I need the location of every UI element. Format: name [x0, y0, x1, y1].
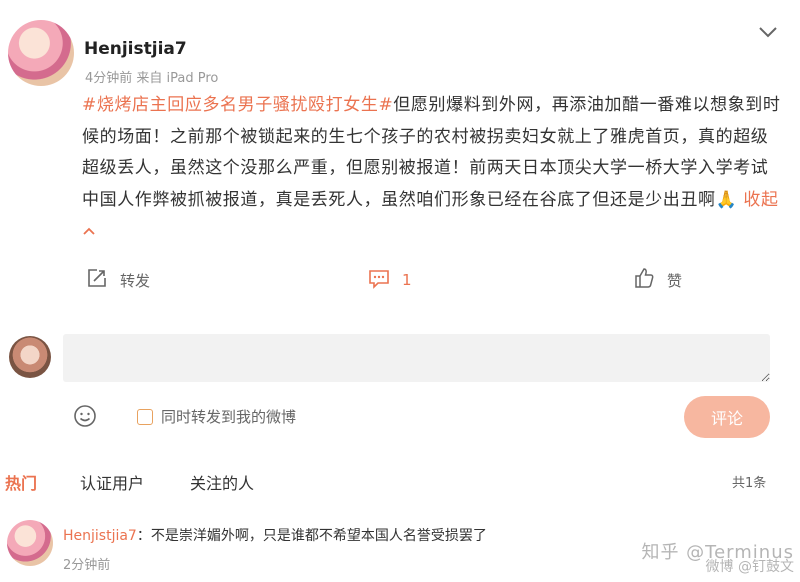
repost-label: 转发	[120, 271, 151, 290]
author-username[interactable]: Henjistjia7	[84, 39, 187, 59]
emoji-picker-icon[interactable]	[73, 404, 97, 428]
comment-composer: 同时转发到我的微博 评论	[0, 328, 800, 446]
submit-comment-button[interactable]: 评论	[684, 396, 770, 438]
post-header: Henjistjia7 4分钟前 来自 iPad Pro	[8, 20, 792, 100]
repost-button[interactable]: 转发	[86, 266, 150, 294]
comment-text: 不是崇洋媚外啊，只是谁都不希望本国人名誉受损罢了	[150, 528, 487, 544]
watermark-secondary: 微博 @钉鼓文	[705, 559, 794, 575]
like-label: 赞	[667, 271, 683, 290]
like-button[interactable]: 赞	[633, 266, 682, 294]
comment-time: 2分钟前	[63, 558, 111, 573]
sync-repost-option[interactable]: 同时转发到我的微博	[137, 406, 296, 427]
tab-hot[interactable]: 热门	[5, 470, 37, 494]
more-options-icon[interactable]	[756, 22, 780, 42]
commenter-username[interactable]: Henjistjia7	[63, 528, 137, 544]
comment-count: 1	[402, 271, 412, 289]
post-meta: 4分钟前 来自 iPad Pro	[85, 71, 219, 86]
thumbs-up-icon	[633, 267, 667, 293]
comment-icon	[368, 267, 402, 293]
comment-line: Henjistjia7：不是崇洋媚外啊，只是谁都不希望本国人名誉受损罢了	[63, 525, 487, 545]
post-actions: 转发 1 赞	[86, 266, 766, 296]
my-avatar[interactable]	[9, 336, 51, 378]
commenter-avatar[interactable]	[7, 520, 53, 566]
author-avatar[interactable]	[8, 20, 74, 86]
collapse-label: 收起	[743, 189, 779, 210]
comment-separator: ：	[136, 528, 151, 544]
repost-icon	[86, 267, 120, 293]
comment-filter-tabs: 热门 认证用户 关注的人 共1条	[0, 466, 800, 496]
post-content: #烧烤店主回应多名男子骚扰殴打女生#但愿别爆料到外网，再添油加醋一番难以想象到时…	[82, 90, 782, 248]
comment-input[interactable]	[63, 334, 770, 382]
sync-repost-label: 同时转发到我的微博	[161, 408, 297, 426]
pray-emoji: 🙏	[715, 189, 738, 210]
chevron-up-icon	[82, 221, 96, 241]
tab-verified-users[interactable]: 认证用户	[80, 470, 144, 494]
comment-total-count: 共1条	[732, 476, 767, 491]
tab-following[interactable]: 关注的人	[190, 470, 254, 494]
comment-button[interactable]: 1	[368, 266, 412, 294]
sync-repost-checkbox[interactable]	[137, 408, 153, 425]
topic-hashtag-link[interactable]: #烧烤店主回应多名男子骚扰殴打女生#	[82, 95, 393, 115]
